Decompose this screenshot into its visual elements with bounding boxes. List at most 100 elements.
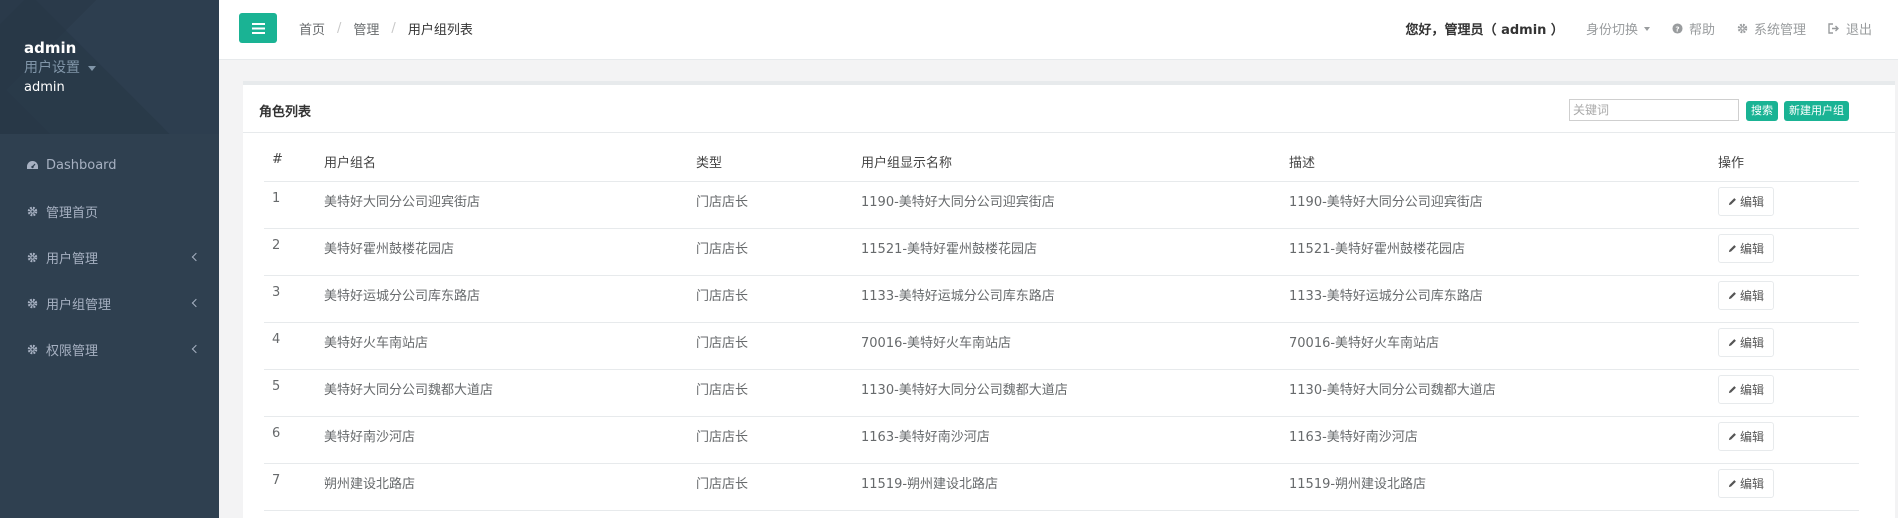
user-settings-dropdown[interactable]: 用户设置	[24, 58, 96, 78]
cell-group-name: 美特好火车南站店	[324, 322, 696, 370]
sidebar-item-dashboard[interactable]: Dashboard	[0, 142, 219, 188]
sidebar-item-user-management[interactable]: 用户管理	[0, 234, 219, 280]
cell-type: 门店店长	[696, 416, 861, 464]
usergroup-table: # 用户组名 类型 用户组显示名称 描述 操作 1 美特好大同分公司迎宾街店 门店店…	[264, 146, 1859, 511]
system-management-link[interactable]: 系统管理	[1737, 19, 1806, 38]
gear-icon	[24, 341, 40, 357]
pencil-icon	[1728, 291, 1736, 299]
table-row: 6 美特好南沙河店 门店店长 1163-美特好南沙河店 1163-美特好南沙河店 编辑	[264, 416, 1859, 464]
breadcrumb-home[interactable]: 首页	[299, 19, 325, 38]
top-right-menu: 您好，管理员（ admin ） 身份切换 ? 帮助 系统管理 退出	[1406, 19, 1872, 38]
table-header-row: # 用户组名 类型 用户组显示名称 描述 操作	[264, 146, 1859, 182]
pencil-icon	[1728, 432, 1736, 440]
sidebar-item-label: Dashboard	[46, 157, 117, 173]
pencil-icon	[1728, 338, 1736, 346]
sidebar-item-usergroup-management[interactable]: 用户组管理	[0, 280, 219, 326]
pencil-icon	[1728, 197, 1736, 205]
cell-type: 门店店长	[696, 275, 861, 323]
edit-button[interactable]: 编辑	[1718, 186, 1775, 216]
cell-group-name: 美特好运城分公司库东路店	[324, 275, 696, 323]
cell-description: 1133-美特好运城分公司库东路店	[1289, 275, 1718, 323]
cell-type: 门店店长	[696, 463, 861, 511]
svg-text:?: ?	[1675, 24, 1679, 33]
cell-group-name: 美特好大同分公司魏都大道店	[324, 369, 696, 417]
top-navbar: 首页 / 管理 / 用户组列表 您好，管理员（ admin ） 身份切换 ? 帮…	[219, 0, 1898, 60]
edit-label: 编辑	[1740, 429, 1765, 444]
edit-button[interactable]: 编辑	[1718, 233, 1775, 263]
keyword-search-input[interactable]	[1569, 99, 1739, 121]
cell-actions: 编辑	[1718, 416, 1859, 464]
dashboard-icon	[24, 157, 40, 173]
table-row: 1 美特好大同分公司迎宾街店 门店店长 1190-美特好大同分公司迎宾街店 1190-美…	[264, 181, 1859, 229]
edit-label: 编辑	[1740, 335, 1765, 350]
cell-display-name: 1190-美特好大同分公司迎宾街店	[861, 181, 1289, 229]
pencil-icon	[1728, 244, 1736, 252]
search-button[interactable]: 搜索	[1746, 101, 1778, 121]
cell-group-name: 朔州建设北路店	[324, 463, 696, 511]
edit-button[interactable]: 编辑	[1718, 421, 1775, 451]
caret-down-icon	[1643, 26, 1650, 31]
sidebar: admin 用户设置 admin Dashboard 管理首页 用户管理 用户组…	[0, 0, 219, 518]
user-name: admin	[24, 39, 77, 57]
logout-label: 退出	[1845, 23, 1872, 38]
edit-button[interactable]: 编辑	[1718, 280, 1775, 310]
cell-actions: 编辑	[1718, 463, 1859, 511]
cell-description: 70016-美特好火车南站店	[1289, 322, 1718, 370]
user-role: admin	[24, 80, 65, 95]
cell-index: 3	[264, 275, 324, 323]
breadcrumb: 首页 / 管理 / 用户组列表	[299, 19, 473, 38]
cell-type: 门店店长	[696, 322, 861, 370]
column-header-display-name: 用户组显示名称	[861, 146, 1289, 182]
logout-link[interactable]: 退出	[1828, 19, 1872, 38]
cell-actions: 编辑	[1718, 228, 1859, 276]
cell-actions: 编辑	[1718, 275, 1859, 323]
cell-type: 门店店长	[696, 228, 861, 276]
cell-display-name: 70016-美特好火车南站店	[861, 322, 1289, 370]
cell-group-name: 美特好霍州鼓楼花园店	[324, 228, 696, 276]
edit-button[interactable]: 编辑	[1718, 374, 1775, 404]
switch-identity-dropdown[interactable]: 身份切换	[1586, 19, 1650, 38]
cell-actions: 编辑	[1718, 181, 1859, 229]
cell-display-name: 11521-美特好霍州鼓楼花园店	[861, 228, 1289, 276]
breadcrumb-current: 用户组列表	[407, 23, 473, 38]
menu-toggle-button[interactable]	[239, 13, 277, 43]
greeting-text: 您好，管理员（ admin ）	[1405, 23, 1564, 38]
edit-label: 编辑	[1740, 476, 1765, 491]
cell-index: 5	[264, 369, 324, 417]
cell-description: 11521-美特好霍州鼓楼花园店	[1289, 228, 1718, 276]
help-link[interactable]: ? 帮助	[1672, 19, 1715, 38]
column-header-index: #	[264, 146, 324, 182]
cell-type: 门店店长	[696, 369, 861, 417]
chevron-left-icon	[191, 252, 201, 262]
new-usergroup-button[interactable]: 新建用户组	[1784, 101, 1849, 121]
gear-icon	[24, 295, 40, 311]
panel-header: 角色列表 搜索 新建用户组	[243, 85, 1895, 133]
sidebar-item-label: 权限管理	[46, 343, 99, 359]
sidebar-item-admin-home[interactable]: 管理首页	[0, 188, 219, 234]
column-header-type: 类型	[696, 146, 861, 182]
cell-description: 1190-美特好大同分公司迎宾街店	[1289, 181, 1718, 229]
table-row: 7 朔州建设北路店 门店店长 11519-朔州建设北路店 11519-朔州建设北路店 编辑	[264, 463, 1859, 511]
help-label: 帮助	[1688, 23, 1715, 38]
role-list-panel: 角色列表 搜索 新建用户组 # 用户组名 类型 用户组显示名称 描述 操作 1美…	[243, 81, 1895, 518]
sidebar-item-permission-management[interactable]: 权限管理	[0, 326, 219, 372]
cell-description: 1130-美特好大同分公司魏都大道店	[1289, 369, 1718, 417]
cell-description: 11519-朔州建设北路店	[1289, 463, 1718, 511]
profile-panel: admin 用户设置 admin	[0, 0, 219, 134]
breadcrumb-admin[interactable]: 管理	[353, 19, 379, 38]
cell-display-name: 1130-美特好大同分公司魏都大道店	[861, 369, 1289, 417]
question-circle-icon: ?	[1672, 23, 1683, 34]
cell-type: 门店店长	[696, 181, 861, 229]
column-header-actions: 操作	[1718, 146, 1859, 182]
table-row: 4 美特好火车南站店 门店店长 70016-美特好火车南站店 70016-美特好火车南站…	[264, 322, 1859, 370]
cell-group-name: 美特好大同分公司迎宾街店	[324, 181, 696, 229]
edit-button[interactable]: 编辑	[1718, 327, 1775, 357]
edit-label: 编辑	[1740, 194, 1765, 209]
hamburger-icon	[251, 22, 265, 34]
cell-index: 7	[264, 463, 324, 511]
cell-index: 4	[264, 322, 324, 370]
edit-button[interactable]: 编辑	[1718, 468, 1775, 498]
sidebar-item-label: 管理首页	[46, 205, 99, 221]
sidebar-nav: Dashboard 管理首页 用户管理 用户组管理 权限管理	[0, 142, 219, 372]
cell-display-name: 11519-朔州建设北路店	[861, 463, 1289, 511]
